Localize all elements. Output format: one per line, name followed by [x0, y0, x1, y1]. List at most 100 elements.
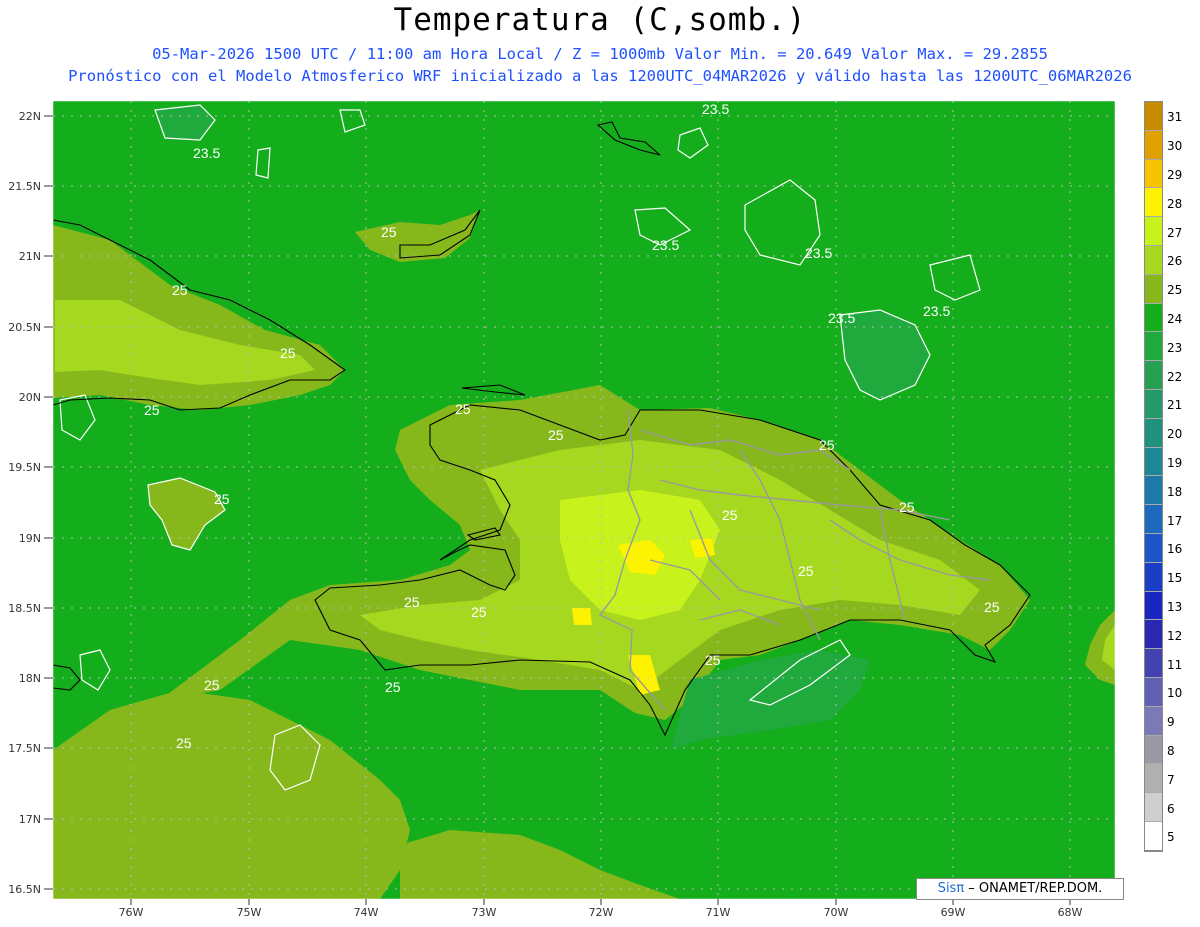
lat-label: 20.5N: [8, 321, 41, 334]
lon-label: 75W: [237, 906, 262, 919]
contour-label: 23.5: [652, 237, 679, 253]
contour-label: 25: [705, 652, 721, 668]
lat-label: 19N: [19, 532, 41, 545]
colorbar-cell: [1145, 505, 1162, 534]
contour-label: 25: [548, 427, 564, 443]
contour-label: 25: [722, 507, 738, 523]
colorbar-label: 28: [1167, 196, 1183, 211]
colorbar-label: 27: [1167, 225, 1183, 240]
contour-label: 23.5: [193, 145, 220, 161]
colorbar-label: 5: [1167, 830, 1175, 845]
lat-label: 21N: [19, 250, 41, 263]
lon-label: 68W: [1058, 906, 1083, 919]
contour-label: 25: [404, 594, 420, 610]
longitude-labels: 76W 75W 74W 73W 72W 71W 70W 69W 68W: [119, 906, 1083, 919]
contour-label: 25: [204, 677, 220, 693]
colorbar-label: 25: [1167, 283, 1183, 298]
colorbar-cell: [1145, 562, 1162, 592]
lon-label: 73W: [472, 906, 497, 919]
colorbar-cell: [1145, 274, 1162, 304]
colorbar-label: 12: [1167, 628, 1183, 643]
contour-label: 23.5: [702, 101, 729, 117]
lon-label: 76W: [119, 906, 144, 919]
colorbar-label: 30: [1167, 139, 1183, 154]
colorbar-label: 15: [1167, 571, 1183, 586]
colorbar-label: 13: [1167, 600, 1183, 614]
colorbar-cell: [1145, 332, 1162, 362]
credit-brand: Sisπ: [937, 881, 965, 896]
lat-label: 19.5N: [8, 461, 41, 474]
colorbar-label: 24: [1167, 312, 1183, 326]
colorbar-label: 17: [1167, 513, 1183, 528]
contour-label: 23.5: [923, 303, 950, 319]
contour-label: 25: [144, 402, 160, 418]
colorbar-cell: [1145, 159, 1162, 189]
contour-label: 25: [899, 499, 915, 515]
contour-label: 25: [798, 563, 814, 579]
colorbar-label: 18: [1167, 484, 1183, 499]
contour-label: 25: [385, 679, 401, 695]
credit-box: Sisπ – ONAMET/REP.DOM.: [916, 878, 1124, 900]
lat-ticks: [44, 115, 53, 890]
colorbar-cell: [1145, 418, 1162, 448]
lat-label: 17N: [19, 813, 41, 826]
colorbar-cell: [1145, 649, 1162, 678]
colorbar-cell: [1145, 735, 1162, 765]
lat-label: 17.5N: [8, 742, 41, 755]
colorbar-label: 22: [1167, 369, 1183, 384]
lat-label: 20N: [19, 391, 41, 404]
colorbar-label: 8: [1167, 744, 1175, 758]
colorbar-cell: [1145, 245, 1162, 275]
colorbar-label: 7: [1167, 772, 1175, 787]
contour-label: 25: [984, 599, 1000, 615]
colorbar-label: 26: [1167, 254, 1183, 269]
contour-label: 25: [214, 491, 230, 507]
lon-label: 71W: [706, 906, 731, 919]
colorbar-label: 19: [1167, 456, 1183, 470]
colorbar-label: 9: [1167, 715, 1175, 730]
colorbar-label: 10: [1167, 686, 1183, 701]
colorbar-cell: [1145, 130, 1162, 160]
colorbar-cell: [1145, 217, 1162, 246]
colorbar-cell: [1145, 102, 1162, 131]
colorbar: [1144, 101, 1163, 852]
lat-label: 16.5N: [8, 883, 41, 896]
lat-label: 18N: [19, 672, 41, 685]
colorbar-cell: [1145, 476, 1162, 506]
colorbar-label: 20: [1167, 427, 1183, 442]
colorbar-cell: [1145, 706, 1162, 736]
colorbar-label: 6: [1167, 801, 1175, 816]
zone-hot-spot-4: [572, 608, 592, 625]
colorbar-label: 29: [1167, 168, 1183, 182]
colorbar-cell: [1145, 188, 1162, 218]
contour-label: 25: [172, 282, 188, 298]
contour-label: 23.5: [805, 245, 832, 261]
colorbar-label: 16: [1167, 542, 1183, 557]
colorbar-cell: [1145, 793, 1162, 822]
colorbar-label: 21: [1167, 398, 1183, 413]
lon-label: 72W: [589, 906, 614, 919]
temperature-map: 23.5 23.5 23.5 23.5 23.5 23.5 25 25 25 2…: [8, 100, 1116, 919]
contour-label: 25: [381, 224, 397, 240]
colorbar-cell: [1145, 447, 1162, 477]
colorbar-label: 11: [1167, 657, 1183, 672]
colorbar-cell: [1145, 533, 1162, 563]
colorbar-label: 31: [1167, 110, 1183, 125]
contour-label: 25: [819, 437, 835, 453]
contour-label: 25: [471, 604, 487, 620]
lon-label: 74W: [354, 906, 379, 919]
colorbar-cell: [1145, 303, 1162, 333]
contour-label: 25: [176, 735, 192, 751]
colorbar-cell: [1145, 620, 1162, 650]
colorbar-label: 23: [1167, 340, 1183, 355]
lon-label: 70W: [824, 906, 849, 919]
colorbar-cell: [1145, 677, 1162, 707]
credit-text: – ONAMET/REP.DOM.: [964, 881, 1103, 896]
colorbar-cell: [1145, 591, 1162, 621]
colorbar-cell: [1145, 764, 1162, 794]
colorbar-cell: [1145, 361, 1162, 390]
lon-label: 69W: [941, 906, 966, 919]
contour-label: 25: [280, 345, 296, 361]
lat-label: 22N: [19, 110, 41, 123]
contour-label: 25: [455, 401, 471, 417]
